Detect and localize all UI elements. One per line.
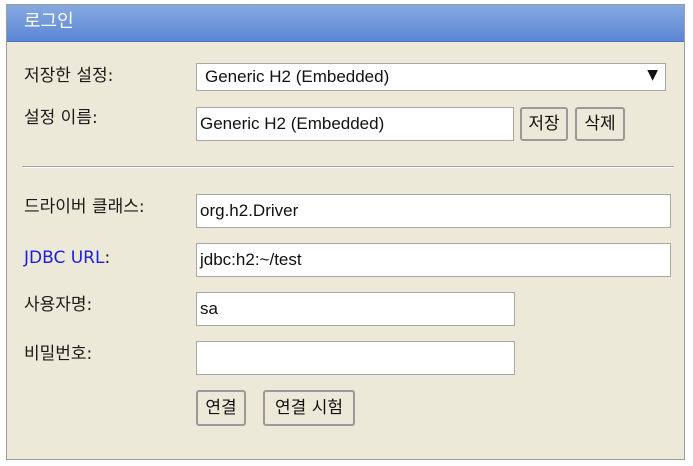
test-connection-button[interactable]: 연결 시험 <box>263 390 355 426</box>
jdbc-url-link[interactable]: JDBC URL <box>24 248 104 268</box>
saved-settings-value: Generic H2 (Embedded) <box>205 67 390 86</box>
username-label: 사용자명: <box>24 295 93 315</box>
password-label: 비밀번호: <box>24 344 93 364</box>
password-input[interactable] <box>196 341 515 375</box>
setting-name-input[interactable]: Generic H2 (Embedded) <box>196 107 514 141</box>
panel-title: 로그인 <box>24 11 74 32</box>
setting-name-label: 설정 이름: <box>24 108 98 128</box>
jdbc-url-input[interactable]: jdbc:h2:~/test <box>196 243 671 277</box>
driver-class-label: 드라이버 클래스: <box>24 197 145 217</box>
saved-settings-label: 저장한 설정: <box>24 66 114 86</box>
jdbc-url-colon: : <box>104 248 111 268</box>
jdbc-url-label: JDBC URL: <box>24 248 110 268</box>
login-panel: 로그인 저장한 설정: Generic H2 (Embedded) ▼ 설정 이… <box>6 4 685 460</box>
save-button[interactable]: 저장 <box>520 107 568 141</box>
title-bar: 로그인 <box>7 5 684 42</box>
saved-settings-select[interactable]: Generic H2 (Embedded) ▼ <box>196 63 666 91</box>
driver-class-input[interactable]: org.h2.Driver <box>196 194 671 228</box>
username-input[interactable]: sa <box>196 292 515 326</box>
dropdown-arrow-icon: ▼ <box>647 67 658 83</box>
connect-button[interactable]: 연결 <box>196 390 246 426</box>
delete-button[interactable]: 삭제 <box>575 107 625 141</box>
divider <box>22 166 674 168</box>
